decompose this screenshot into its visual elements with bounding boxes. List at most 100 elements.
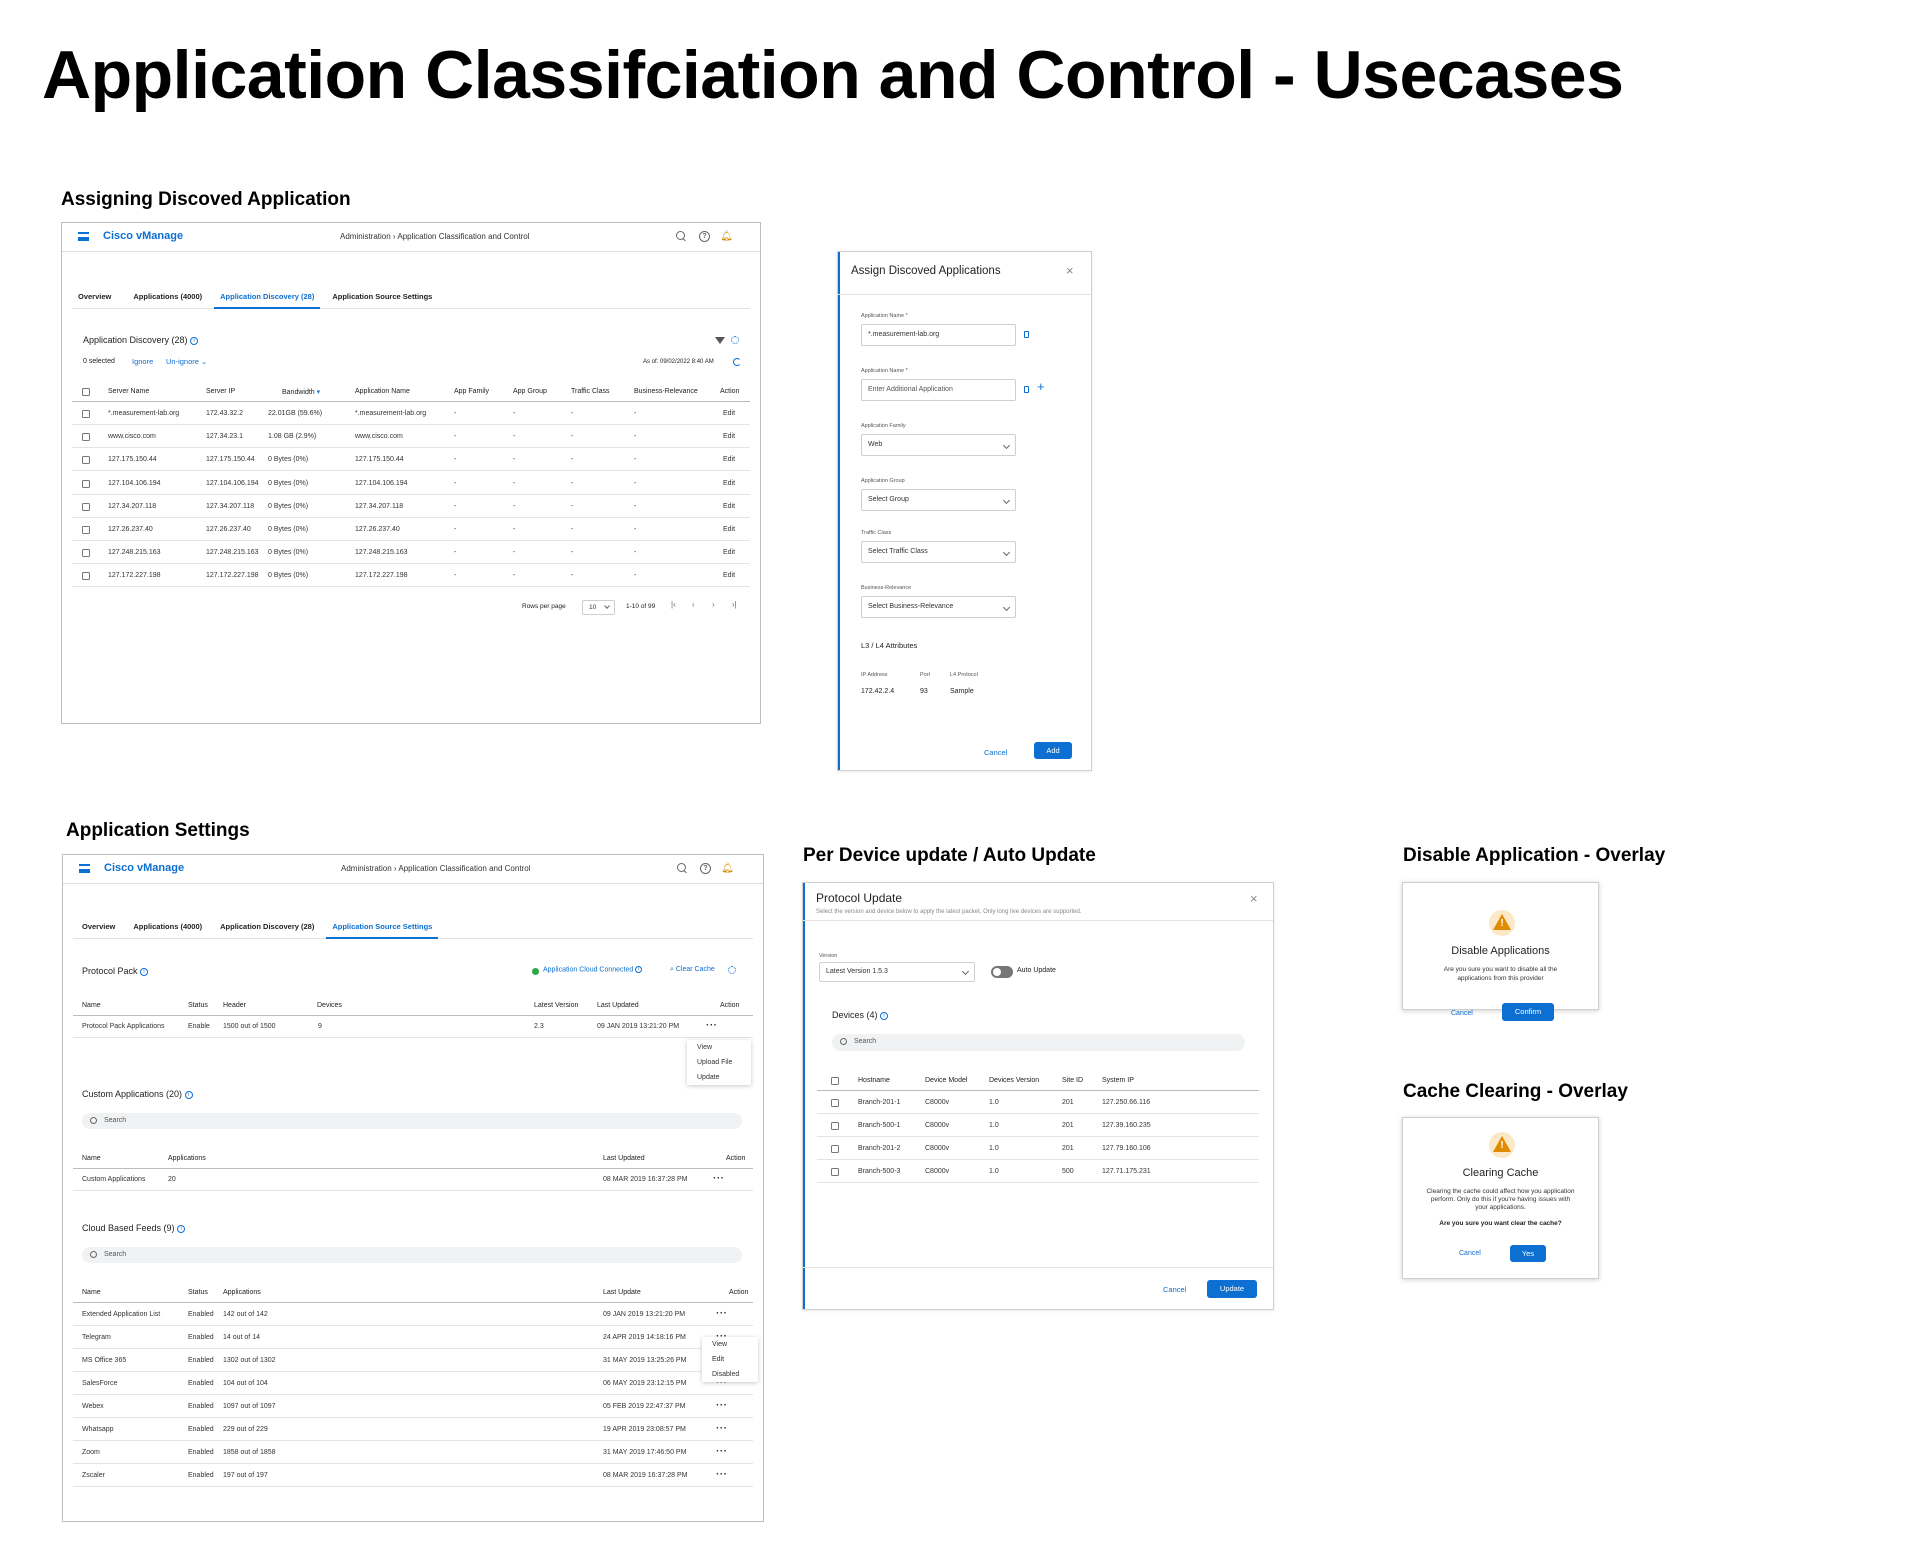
settings-gear-icon[interactable] <box>731 336 739 344</box>
cancel-button[interactable]: Cancel <box>1451 1010 1473 1017</box>
tab-overview[interactable]: Overview <box>73 915 121 939</box>
row-checkbox[interactable] <box>82 456 90 465</box>
prev-page-icon[interactable]: ‹ <box>692 600 695 609</box>
edit-link[interactable]: Edit <box>723 410 735 417</box>
more-actions-icon[interactable]: ··· <box>706 1021 718 1031</box>
tab-overview[interactable]: Overview <box>72 285 117 309</box>
row-checkbox[interactable] <box>82 502 90 511</box>
edit-link[interactable]: Edit <box>723 480 735 487</box>
delete-icon[interactable] <box>1024 386 1029 393</box>
tab-application-discovery[interactable]: Application Discovery (28) <box>214 915 320 939</box>
refresh-icon[interactable] <box>733 358 741 366</box>
tab-applications[interactable]: Applications (4000) <box>127 285 208 309</box>
add-icon[interactable]: + <box>1037 379 1045 394</box>
menu-icon[interactable] <box>79 864 90 873</box>
confirm-button[interactable]: Confirm <box>1502 1003 1554 1021</box>
search-icon[interactable] <box>676 231 687 242</box>
breadcrumb-root[interactable]: Administration <box>340 232 391 241</box>
more-actions-icon[interactable]: ··· <box>716 1424 728 1434</box>
yes-button[interactable]: Yes <box>1510 1245 1546 1262</box>
more-actions-icon[interactable]: ··· <box>713 1174 725 1184</box>
bell-icon[interactable]: 🔔︎ <box>721 863 734 874</box>
edit-link[interactable]: Edit <box>723 433 735 440</box>
update-button[interactable]: Update <box>1207 1280 1257 1298</box>
devices-search-input[interactable]: Search <box>832 1034 1245 1051</box>
app-name-input[interactable]: *.measurement-lab.org <box>861 324 1016 346</box>
last-page-icon[interactable]: ›| <box>732 600 737 609</box>
col-application-name[interactable]: Application Name <box>355 388 410 395</box>
info-icon[interactable]: i <box>177 1224 186 1233</box>
settings-gear-icon[interactable] <box>728 966 736 974</box>
cancel-button[interactable]: Cancel <box>1459 1250 1481 1257</box>
bell-icon[interactable]: 🔔︎ <box>720 231 733 242</box>
help-icon[interactable]: ? <box>699 231 710 242</box>
more-actions-icon[interactable]: ··· <box>716 1309 728 1319</box>
menu-icon[interactable] <box>78 232 89 241</box>
row-checkbox[interactable] <box>82 549 90 558</box>
close-icon[interactable]: × <box>1066 264 1074 277</box>
row-checkbox[interactable] <box>831 1122 839 1130</box>
col-app-group[interactable]: App Group <box>513 388 547 395</box>
col-bandwidth[interactable]: Bandwidth ▾ <box>282 388 320 396</box>
edit-link[interactable]: Edit <box>723 503 735 510</box>
row-checkbox[interactable] <box>82 410 90 418</box>
business-relevance-select[interactable]: Select Business-Relevance <box>861 596 1016 618</box>
help-icon[interactable]: ? <box>700 863 711 874</box>
cancel-button[interactable]: Cancel <box>1163 1285 1186 1294</box>
tab-application-discovery[interactable]: Application Discovery (28) <box>214 285 321 309</box>
cancel-button[interactable]: Cancel <box>984 748 1007 757</box>
unignore-button[interactable]: Un-ignore ⌄ <box>166 357 207 366</box>
ignore-button[interactable]: Ignore <box>132 357 153 366</box>
menu-item-upload-file[interactable]: Upload File <box>687 1055 751 1070</box>
select-all-checkbox[interactable] <box>831 1077 839 1085</box>
tab-application-source-settings[interactable]: Application Source Settings <box>326 915 439 939</box>
close-icon[interactable]: × <box>1250 892 1258 905</box>
clear-cache-button[interactable]: ⌕ Clear Cache <box>670 966 715 974</box>
row-checkbox[interactable] <box>82 526 90 534</box>
additional-app-input[interactable]: Enter Additional Application <box>861 379 1016 401</box>
menu-item-disabled[interactable]: Disabled <box>702 1367 758 1382</box>
edit-link[interactable]: Edit <box>723 526 735 533</box>
family-select[interactable]: Web <box>861 434 1016 456</box>
info-icon[interactable]: i <box>880 1011 889 1020</box>
breadcrumb-root[interactable]: Administration <box>341 864 392 873</box>
version-select[interactable]: Latest Version 1.5.3 <box>819 962 975 982</box>
filter-icon[interactable] <box>715 337 725 344</box>
traffic-class-select[interactable]: Select Traffic Class <box>861 541 1016 563</box>
group-select[interactable]: Select Group <box>861 489 1016 511</box>
edit-link[interactable]: Edit <box>723 456 735 463</box>
info-icon[interactable]: i <box>184 1090 193 1099</box>
row-checkbox[interactable] <box>831 1099 839 1107</box>
delete-icon[interactable] <box>1024 331 1029 338</box>
row-checkbox[interactable] <box>831 1145 839 1153</box>
custom-search-input[interactable]: Search <box>82 1113 742 1129</box>
col-app-family[interactable]: App Family <box>454 388 489 395</box>
edit-link[interactable]: Edit <box>723 549 735 556</box>
first-page-icon[interactable]: |‹ <box>671 600 676 609</box>
auto-update-toggle[interactable] <box>991 966 1013 978</box>
col-server-name[interactable]: Server Name <box>108 388 149 395</box>
row-checkbox[interactable] <box>82 572 90 581</box>
edit-link[interactable]: Edit <box>723 572 735 579</box>
select-all-checkbox[interactable] <box>82 388 90 396</box>
row-checkbox[interactable] <box>82 433 90 442</box>
tab-application-source-settings[interactable]: Application Source Settings <box>326 285 438 309</box>
pp-devices-link[interactable]: 9 <box>318 1023 322 1030</box>
menu-item-view[interactable]: View <box>702 1337 758 1352</box>
more-actions-icon[interactable]: ··· <box>716 1470 728 1480</box>
more-actions-icon[interactable]: ··· <box>716 1401 728 1411</box>
menu-item-view[interactable]: View <box>687 1040 751 1055</box>
row-checkbox[interactable] <box>831 1168 839 1176</box>
feeds-search-input[interactable]: Search <box>82 1247 742 1263</box>
row-checkbox[interactable] <box>82 479 90 488</box>
rows-per-page-select[interactable]: 10 <box>582 600 615 615</box>
col-business-relevance[interactable]: Business-Relevance <box>634 388 698 395</box>
menu-item-update[interactable]: Update <box>687 1070 751 1085</box>
info-icon[interactable]: i <box>190 336 199 345</box>
next-page-icon[interactable]: › <box>712 600 715 609</box>
more-actions-icon[interactable]: ··· <box>716 1447 728 1457</box>
search-icon[interactable] <box>677 863 688 874</box>
info-icon[interactable]: i <box>140 967 149 976</box>
menu-item-edit[interactable]: Edit <box>702 1352 758 1367</box>
col-traffic-class[interactable]: Traffic Class <box>571 388 610 395</box>
